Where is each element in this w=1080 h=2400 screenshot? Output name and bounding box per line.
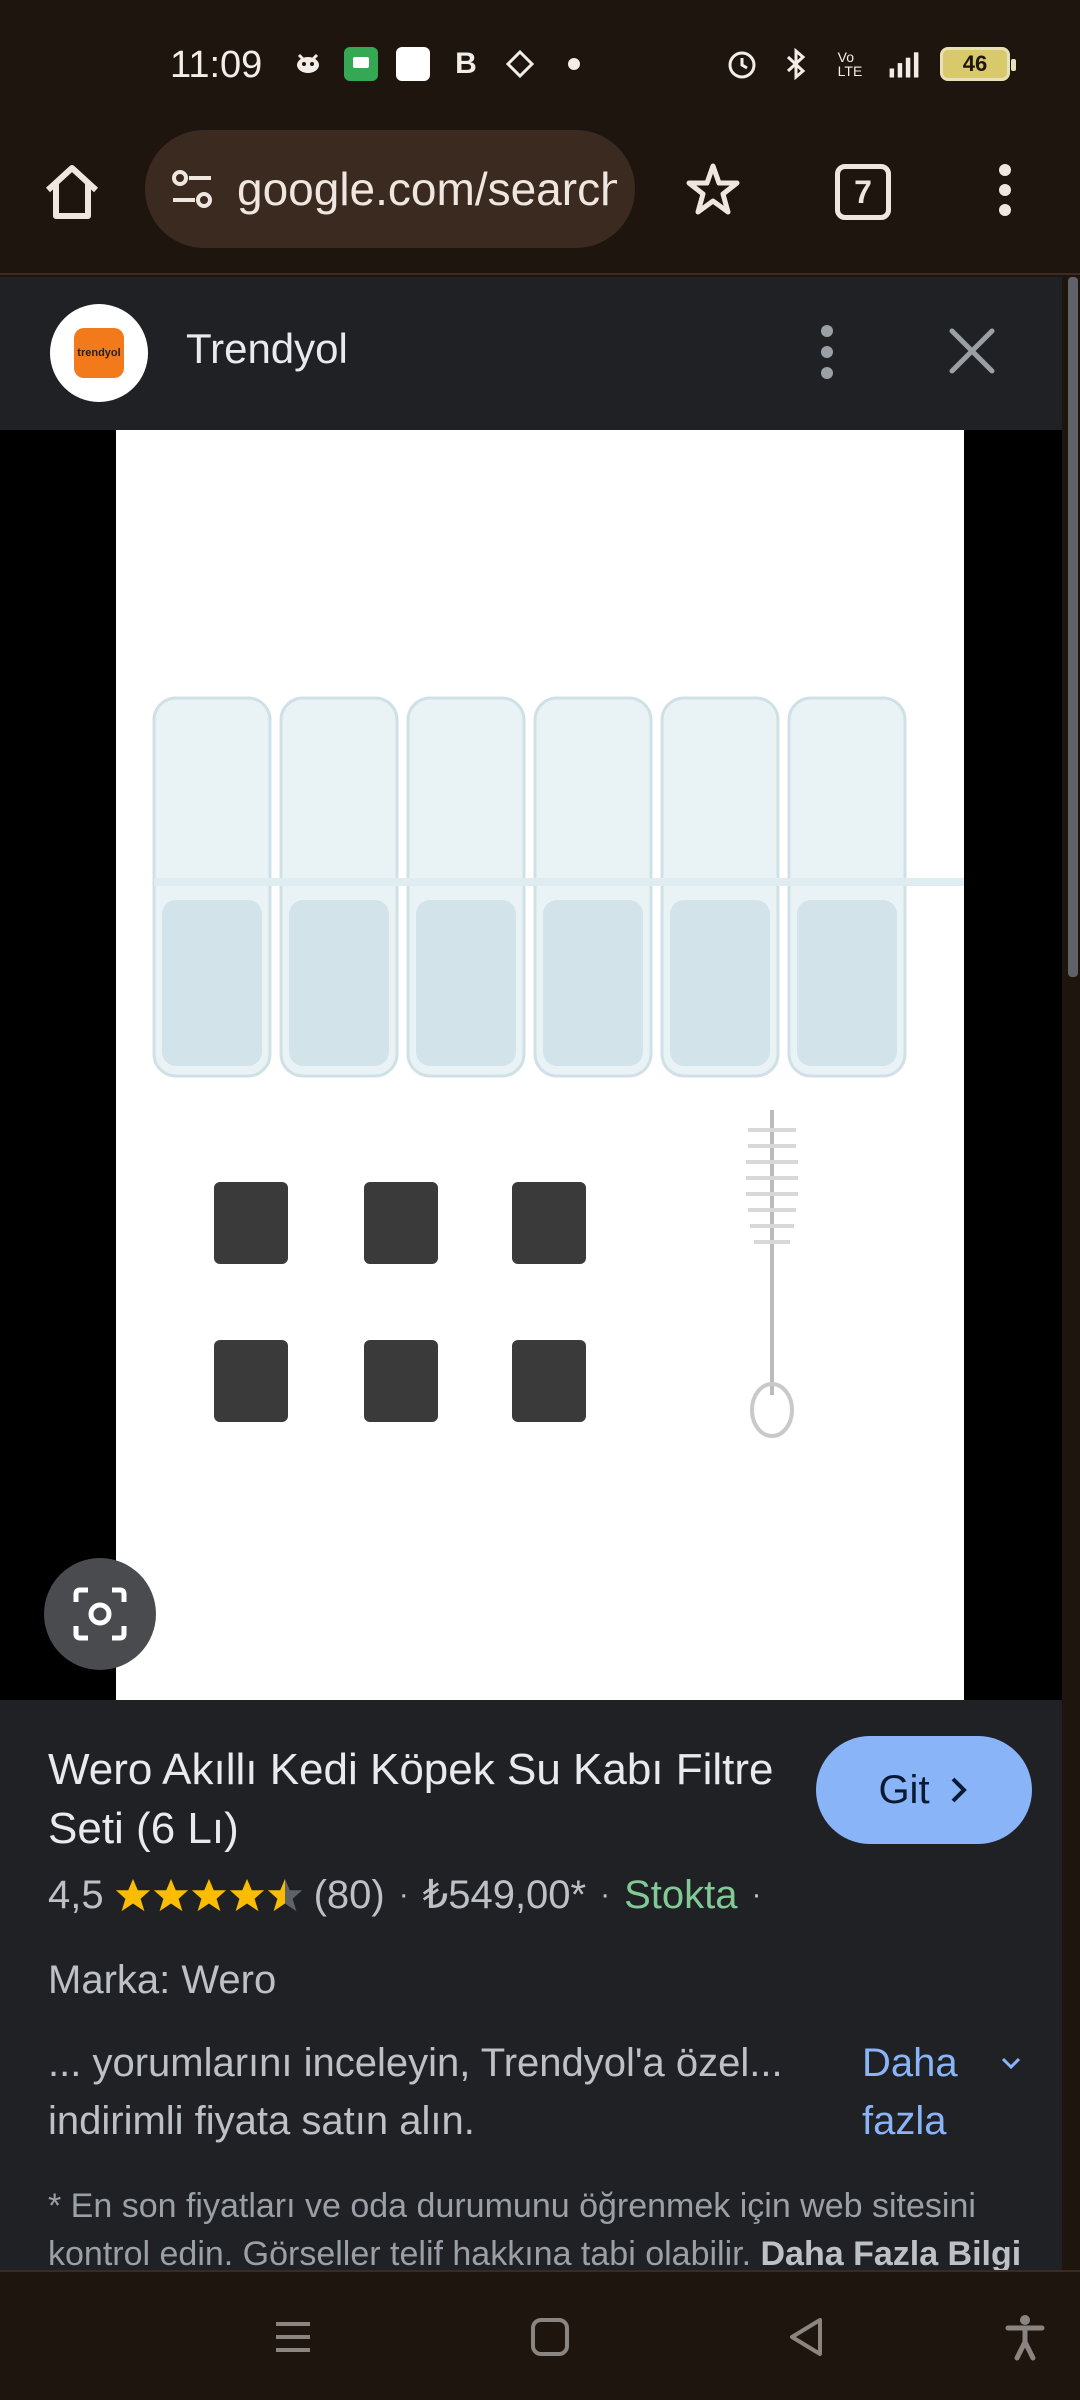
diamond-icon <box>502 46 538 82</box>
chevron-down-icon[interactable] <box>996 2048 1026 2078</box>
home-button[interactable] <box>40 160 104 224</box>
go-button[interactable]: Git <box>816 1736 1032 1844</box>
product-info: Wero Akıllı Kedi Köpek Su Kabı Filtre Se… <box>0 1700 1062 2277</box>
source-options-button[interactable] <box>812 317 842 387</box>
alarm-icon <box>724 46 760 82</box>
signal-icon <box>886 46 922 82</box>
chevron-right-icon <box>951 1777 967 1803</box>
source-name[interactable]: Trendyol <box>186 325 348 373</box>
source-logo[interactable]: trendyol <box>50 304 148 402</box>
star-filled-icon <box>115 1878 150 1912</box>
bluetooth-icon <box>778 46 814 82</box>
tab-switcher-button[interactable]: 7 <box>835 164 891 220</box>
system-icons: Vo LTE 46 <box>724 46 1016 82</box>
product-snippet: ... yorumlarını inceleyin, Trendyol'a öz… <box>48 2041 783 2143</box>
back-triangle-icon <box>790 2318 822 2356</box>
product-image[interactable] <box>116 430 966 1700</box>
home-nav-button[interactable] <box>525 2312 575 2362</box>
battery-icon: 46 <box>940 47 1016 81</box>
image-area <box>0 430 1062 1700</box>
more-button[interactable]: Daha fazla <box>862 2034 982 2150</box>
trendyol-logo-icon: trendyol <box>74 328 124 378</box>
rating-value: 4,5 <box>48 1872 104 1917</box>
messages-icon <box>344 47 378 81</box>
url-bar[interactable]: google.com/search <box>145 130 635 248</box>
browser-toolbar: google.com/search 7 <box>0 130 1080 275</box>
status-time: 11:09 <box>170 44 263 86</box>
star-half-icon <box>267 1878 302 1912</box>
scrollbar[interactable] <box>1068 277 1078 977</box>
status-bar: 11:09 B Vo LTE 46 <box>0 0 1080 130</box>
close-button[interactable] <box>944 323 1000 379</box>
white-square-icon <box>396 47 430 81</box>
review-count: (80) <box>313 1872 385 1917</box>
accessibility-button[interactable] <box>1000 2312 1050 2362</box>
product-meta: 4,5 (80) · ₺549,00* · Stokta · <box>48 1872 776 1918</box>
brand-line: Marka: Wero <box>48 1958 277 2002</box>
rating-stars <box>114 1876 304 1914</box>
volte-icon: Vo LTE <box>837 49 863 79</box>
source-header: trendyol Trendyol <box>0 277 1062 430</box>
separator-dot: · <box>751 1878 762 1911</box>
stock-status: Stokta <box>624 1872 738 1917</box>
star-outline-icon <box>686 163 740 215</box>
separator-dot: · <box>600 1878 611 1911</box>
back-button[interactable] <box>782 2312 832 2362</box>
square-home-icon <box>531 2318 569 2356</box>
android-debug-icon <box>290 46 326 82</box>
recents-button[interactable] <box>268 2312 318 2362</box>
kebab-menu-icon <box>999 164 1011 216</box>
menu-lines-icon <box>276 2322 310 2352</box>
lens-search-button[interactable] <box>44 1558 156 1670</box>
product-title[interactable]: Wero Akıllı Kedi Köpek Su Kabı Filtre Se… <box>48 1740 788 1858</box>
browser-menu-button[interactable] <box>990 158 1020 222</box>
bold-b-icon: B <box>455 47 477 80</box>
disclaimer: * En son fiyatları ve oda durumunu öğren… <box>48 2182 1038 2277</box>
site-settings-icon[interactable] <box>167 164 217 214</box>
go-button-label: Git <box>878 1767 930 1812</box>
learn-more-link[interactable]: Daha Fazla Bilgi <box>760 2235 1021 2273</box>
close-icon <box>949 328 995 374</box>
lens-icon <box>73 1587 127 1641</box>
filter-set-illustration <box>152 696 966 1438</box>
kebab-menu-icon <box>821 325 833 379</box>
notification-icons: B <box>290 46 592 82</box>
star-filled-icon <box>229 1878 264 1912</box>
image-viewer-sheet: trendyol Trendyol Wero Akıllı Kedi Köpek… <box>0 277 1062 2277</box>
accessibility-icon <box>1005 2315 1045 2361</box>
product-price: ₺549,00* <box>422 1873 587 1917</box>
star-filled-icon <box>153 1878 188 1912</box>
system-nav-bar <box>0 2270 1080 2400</box>
bookmark-button[interactable] <box>683 160 743 220</box>
home-icon <box>45 165 99 219</box>
url-text[interactable]: google.com/search <box>237 162 617 216</box>
separator-dot: · <box>398 1878 409 1911</box>
dot-icon <box>556 46 592 82</box>
star-filled-icon <box>191 1878 226 1912</box>
